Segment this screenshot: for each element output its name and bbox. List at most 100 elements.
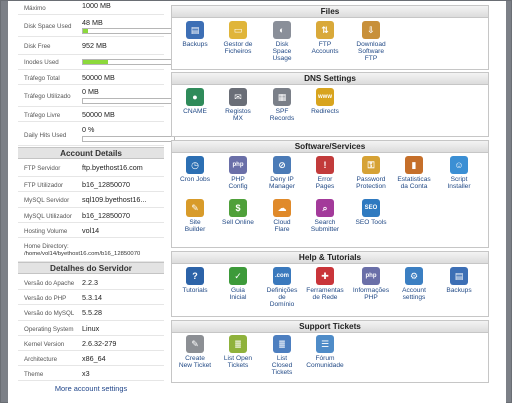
script-installer-shortcut[interactable]: ☺ Script Installer (437, 156, 481, 190)
inodes-usage-bar (82, 59, 175, 65)
detail-value: 2.2.3 (82, 278, 98, 287)
redirects-shortcut[interactable]: www Redirects (303, 88, 347, 115)
shortcut-label: Script Installer (447, 176, 471, 191)
backups-icon: ▤ (186, 21, 204, 39)
domain-settings-shortcut[interactable]: .com Definições de Domínio (260, 267, 304, 309)
detail-label: FTP Utilizador (24, 182, 64, 189)
disk-usage-shortcut[interactable]: ◐ Disk Space Usage (260, 21, 304, 63)
create-ticket-shortcut[interactable]: ✎ Create New Ticket (173, 335, 217, 369)
stat-value: 48 MB (82, 18, 103, 27)
statistics-shortcut[interactable]: ▮ Estatisticas da Conta (392, 156, 436, 190)
icon-glyph: php (365, 273, 377, 279)
list-open-tickets-shortcut[interactable]: ≣ List Open Tickets (216, 335, 260, 369)
shortcut-label: Backups (182, 41, 208, 48)
php-info-shortcut[interactable]: php Informações PHP (349, 267, 393, 301)
php-config-shortcut[interactable]: php PHP Config (216, 156, 260, 190)
icon-glyph: ◷ (191, 160, 199, 170)
icon-glyph: ✉ (234, 92, 242, 102)
spf-records-icon: ▦ (273, 88, 291, 106)
sell-online-shortcut[interactable]: $ Sell Online (216, 199, 260, 226)
icon-glyph: ✎ (191, 203, 199, 213)
stat-label: Tráfego Livre (24, 112, 61, 119)
cname-shortcut[interactable]: ● CNAME (173, 88, 217, 115)
icon-glyph: ☰ (320, 339, 330, 349)
shortcut-label: SPF Records (269, 108, 295, 123)
icon-glyph: ☁ (277, 203, 287, 213)
more-account-settings-link[interactable]: More account settings (18, 384, 164, 393)
shortcut-label: List Open Tickets (223, 355, 253, 370)
disk-usage-bar (82, 28, 175, 34)
shortcut-label: Redirects (311, 108, 339, 115)
shortcut-label: Gestor de Ficheiros (223, 41, 253, 56)
php-info-icon: php (362, 267, 380, 285)
mx-records-shortcut[interactable]: ✉ Registos MX (216, 88, 260, 122)
home-directory-value: /home/vol14/byethost16.com/b16_12850070 (24, 251, 141, 257)
network-tools-shortcut[interactable]: ✚ Ferramentas de Rede (303, 267, 347, 301)
stat-traffic-total: Tráfego Total 50000 MB (18, 70, 164, 85)
detail-value: x86_64 (82, 354, 106, 363)
panel-title: Support Tickets (172, 321, 488, 333)
icon-glyph: ⌕ (322, 203, 328, 213)
shortcut-label: FTP Accounts (311, 41, 339, 56)
shortcut-label: PHP Config (228, 176, 248, 191)
deny-ip-shortcut[interactable]: ⊘ Deny IP Manager (260, 156, 304, 190)
detail-value: 5.5.28 (82, 308, 102, 317)
forum-shortcut[interactable]: ☰ Fórum Comunidade (303, 335, 347, 369)
account-sidebar: Máximo 1000 MB Disk Space Used 48 MB Dis… (18, 1, 175, 403)
backups-icon: ▤ (450, 267, 468, 285)
detail-value: 2.6.32-279 (82, 339, 117, 348)
mx-records-icon: ✉ (229, 88, 247, 106)
file-manager-shortcut[interactable]: ▭ Gestor de Ficheiros (216, 21, 260, 55)
cloudflare-shortcut[interactable]: ☁ Cloud Flare (260, 199, 304, 233)
detail-label: MySQL Utilizador (24, 213, 72, 220)
icon-glyph: ✚ (321, 271, 329, 281)
backups-shortcut[interactable]: ▤ Backups (437, 267, 481, 294)
spf-records-shortcut[interactable]: ▦ SPF Records (260, 88, 304, 122)
list-closed-tickets-shortcut[interactable]: ≣ List Closed Tickets (260, 335, 304, 377)
bar-fill (83, 60, 109, 64)
icon-glyph: ⊘ (278, 160, 286, 170)
download-ftp-shortcut[interactable]: ⇩ Download Software FTP (349, 21, 393, 63)
cname-icon: ● (186, 88, 204, 106)
detail-value: x3 (82, 369, 90, 378)
server-detail-mysql: Versão do MySQL 5.5.28 (18, 305, 164, 321)
icon-glyph: ▮ (411, 160, 417, 170)
password-protection-shortcut[interactable]: ⚿ Password Protection (349, 156, 393, 190)
password-protection-icon: ⚿ (362, 156, 380, 174)
detail-label: Versão do PHP (24, 295, 67, 302)
cloudflare-icon: ☁ (273, 199, 291, 217)
icon-glyph: ? (192, 271, 198, 281)
account-settings-shortcut[interactable]: ⚙ Account settings (392, 267, 436, 301)
account-settings-icon: ⚙ (405, 267, 423, 285)
server-detail-apache: Versão do Apache 2.2.3 (18, 275, 164, 290)
detail-value: Linux (82, 324, 100, 333)
redirects-icon: www (316, 88, 334, 106)
detail-value: ftp.byethost16.com (82, 163, 143, 172)
account-detail-ftp-user: FTP Utilizador b16_12850070 (18, 177, 164, 192)
backups-shortcut[interactable]: ▤ Backups (173, 21, 217, 48)
icon-glyph: .com (274, 273, 289, 279)
icon-glyph: ▤ (190, 25, 200, 35)
server-detail-architecture: Architecture x86_64 (18, 351, 164, 366)
forum-icon: ☰ (316, 335, 334, 353)
stat-disk-max: Máximo 1000 MB (18, 1, 164, 15)
stat-label: Disk Free (24, 43, 51, 50)
shortcut-label: Registos MX (225, 108, 251, 123)
cron-jobs-shortcut[interactable]: ◷ Cron Jobs (173, 156, 217, 183)
site-builder-shortcut[interactable]: ✎ Site Builder (173, 199, 217, 233)
stat-traffic-free: Tráfego Livre 50000 MB (18, 107, 164, 122)
ftp-accounts-icon: ⇅ (316, 21, 334, 39)
detail-label: Theme (24, 371, 44, 378)
getting-started-shortcut[interactable]: ✓ Guia Inicial (216, 267, 260, 301)
icon-glyph: php (232, 162, 244, 168)
ftp-accounts-shortcut[interactable]: ⇅ FTP Accounts (303, 21, 347, 55)
tutorials-shortcut[interactable]: ? Tutorials (173, 267, 217, 294)
search-submitter-shortcut[interactable]: ⌕ Search Submitter (303, 199, 347, 233)
detail-label: Architecture (24, 356, 58, 363)
seo-tools-shortcut[interactable]: SEO SEO Tools (349, 199, 393, 226)
shortcut-label: Account settings (402, 287, 426, 302)
stat-value: 50000 MB (82, 73, 115, 82)
error-pages-shortcut[interactable]: ! Error Pages (303, 156, 347, 190)
icon-glyph: ≣ (278, 339, 286, 349)
account-details-header: Account Details (18, 147, 164, 159)
